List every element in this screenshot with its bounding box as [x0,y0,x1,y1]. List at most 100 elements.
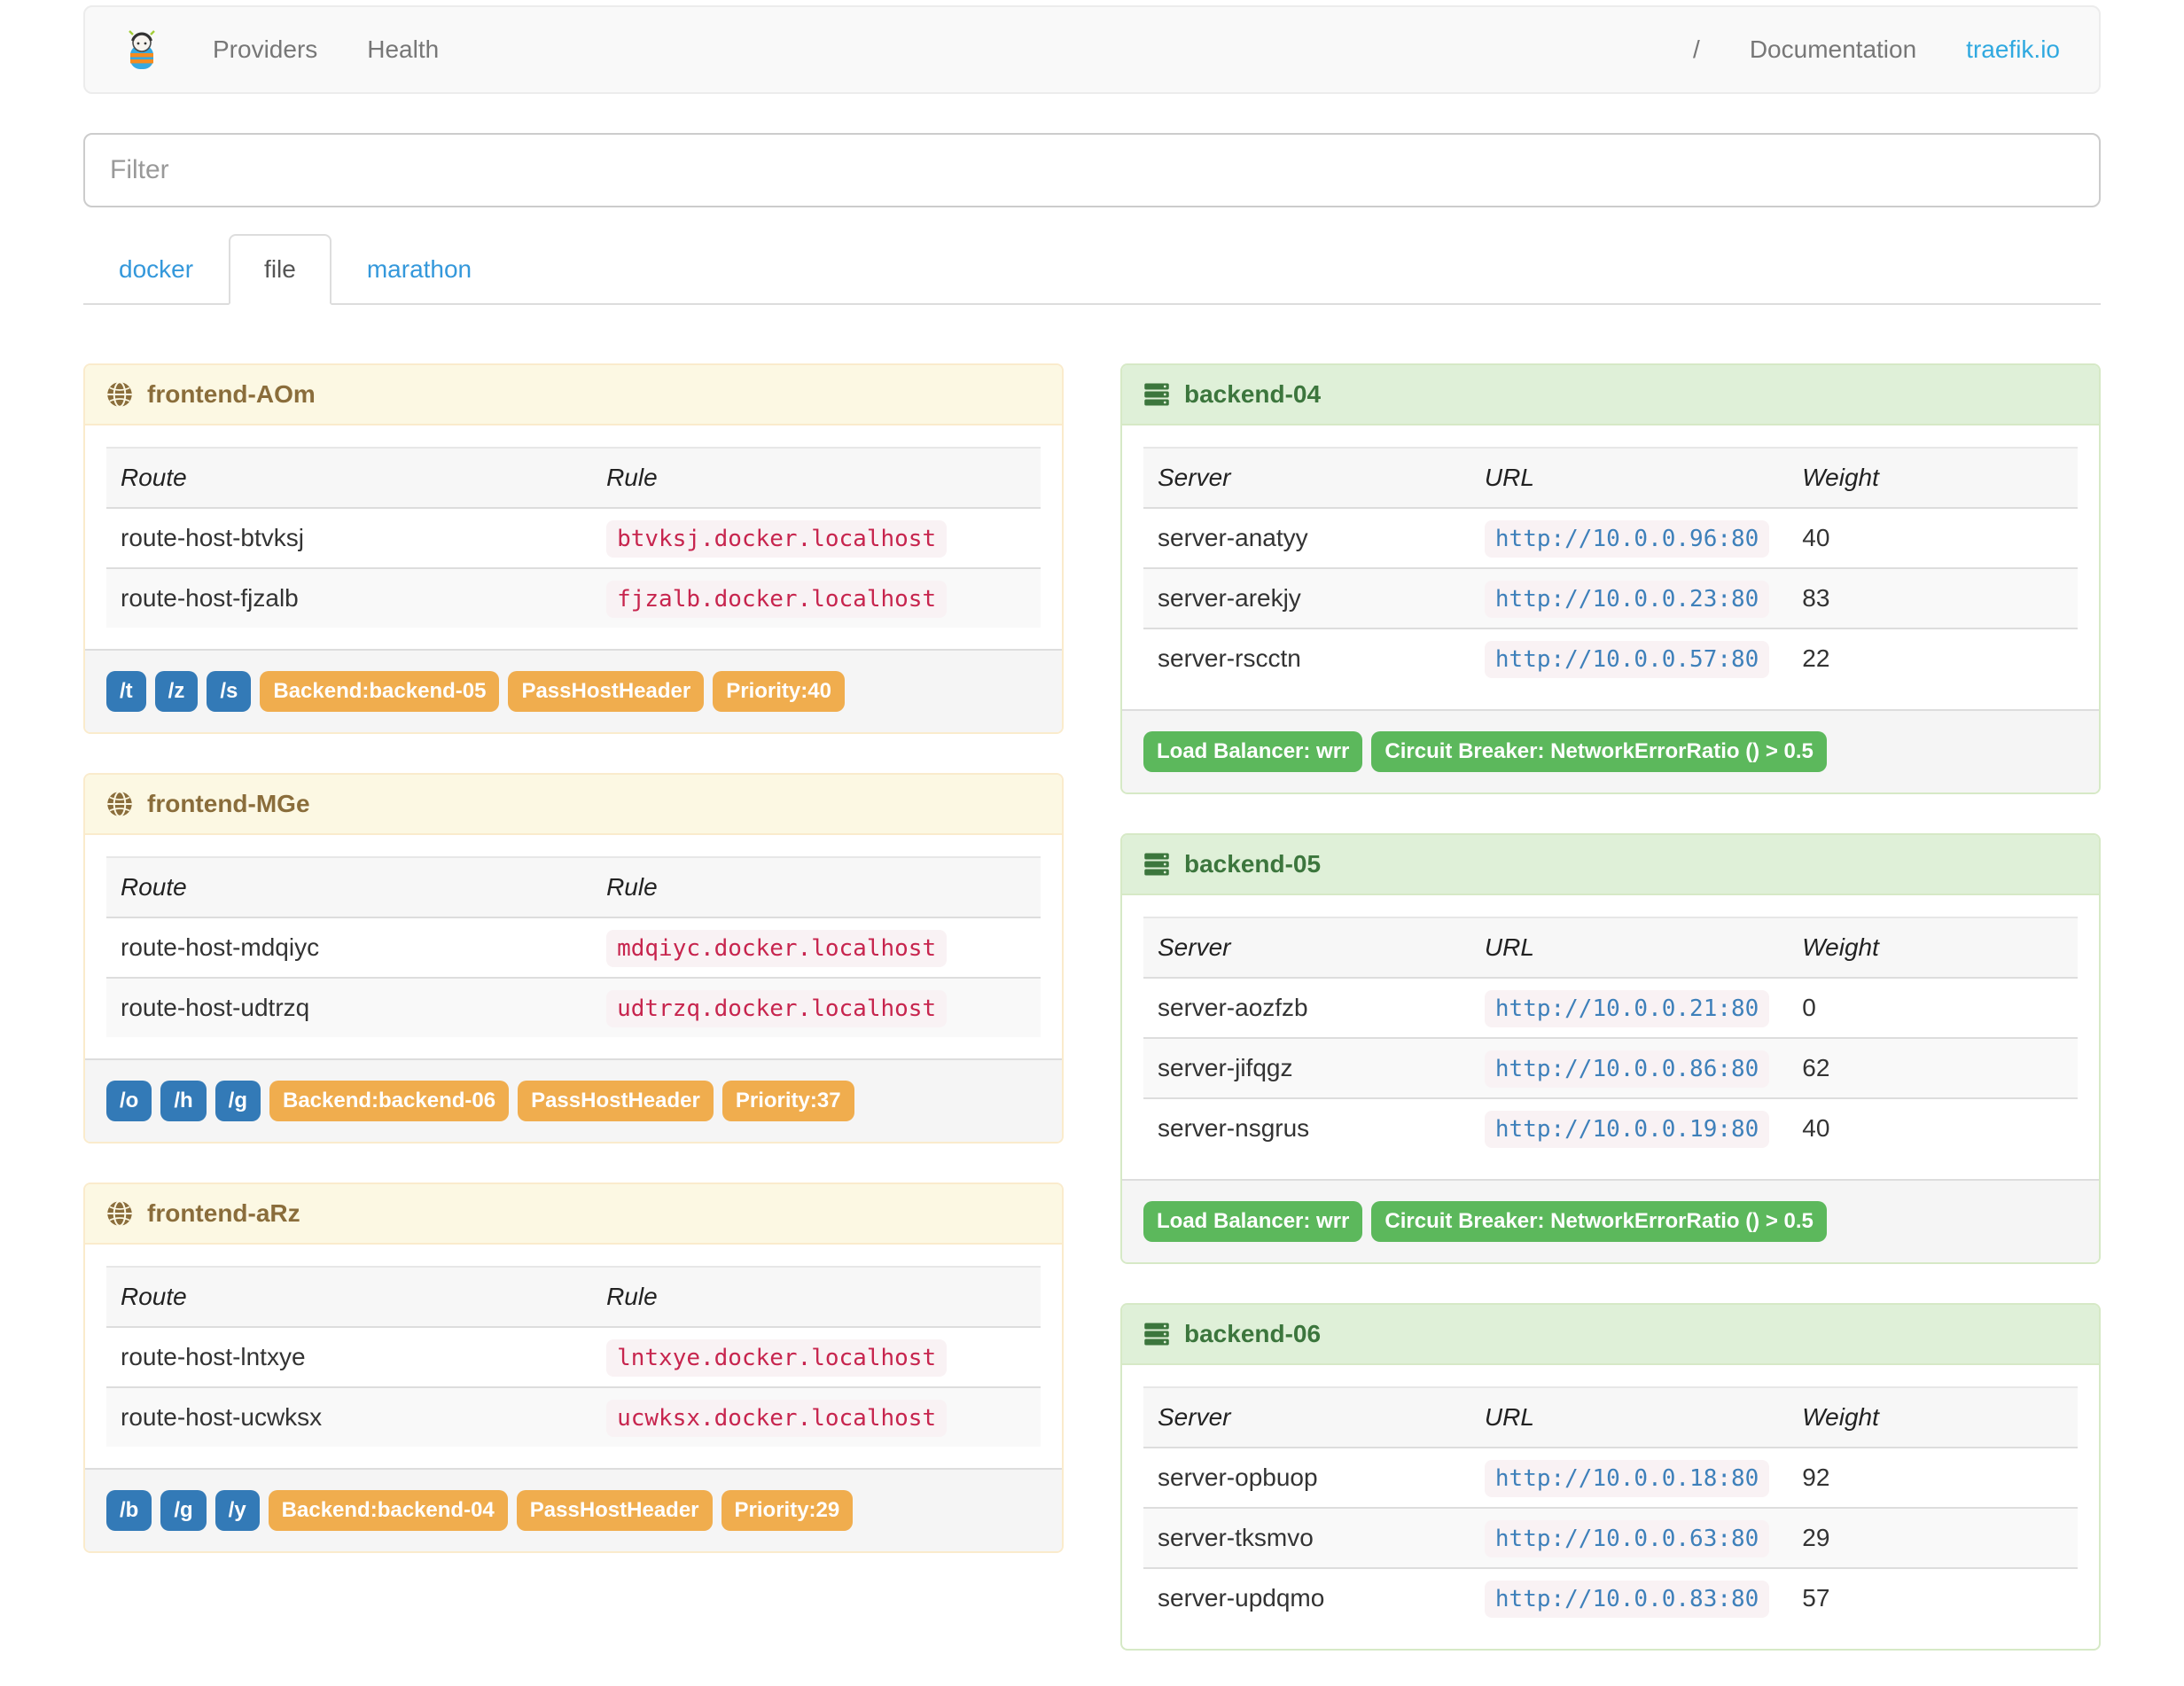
server-url-cell: http://10.0.0.86:80 [1470,1037,1789,1098]
server-url-cell: http://10.0.0.83:80 [1470,1567,1789,1627]
server-name: server-aozfzb [1158,994,1308,1021]
server-stack-icon [1143,851,1170,878]
globe-icon [106,791,133,817]
route-row: route-host-mdqiyc mdqiyc.docker.localhost [106,917,1041,978]
server-row: server-nsgrus http://10.0.0.19:80 40 [1143,1097,2078,1158]
filter-input[interactable] [83,133,2101,207]
backend-panel: backend-06 Server URL Weight server-opbu… [1120,1303,2101,1651]
server-name: server-tksmvo [1143,1507,1470,1568]
tab-file[interactable]: file [229,234,332,305]
rule-code: udtrzq.docker.localhost [606,990,948,1027]
entrypoint-badge: /b [106,1490,152,1531]
frontend-panel: frontend-MGe Route Rule route-host-mdqiy… [83,773,1064,1144]
backend-panel-heading: backend-05 [1122,835,2099,895]
server-url-link[interactable]: http://10.0.0.63:80 [1484,1520,1770,1557]
server-url-link[interactable]: http://10.0.0.19:80 [1484,1111,1770,1148]
server-row: server-updqmo http://10.0.0.83:80 57 [1143,1567,2078,1627]
backend-property-badge: Load Balancer: wrr [1143,731,1363,772]
route-name: route-host-fjzalb [106,567,593,628]
server-url-cell: http://10.0.0.63:80 [1470,1507,1789,1568]
server-url-link[interactable]: http://10.0.0.57:80 [1484,641,1770,678]
frontend-panel-body: Route Rule route-host-btvksj btvksj.docke… [85,425,1062,649]
backend-panel-body: Server URL Weight server-anatyy http://10… [1122,425,2099,709]
backend-panel-heading: backend-06 [1122,1305,2099,1365]
server-url-link[interactable]: http://10.0.0.23:80 [1484,581,1770,618]
route-column-header: Route [106,1266,593,1328]
frontend-panel-body: Route Rule route-host-lntxye lntxye.docke… [85,1245,1062,1468]
routes-table: Route Rule route-host-btvksj btvksj.docke… [106,447,1041,628]
server-url-cell: http://10.0.0.57:80 [1470,628,1789,688]
nav-health[interactable]: Health [367,35,439,64]
frontend-property-badge: Priority:37 [722,1081,854,1121]
frontend-panel-title: frontend-MGe [147,790,310,817]
frontend-property-badge: PassHostHeader [516,1490,713,1531]
frontend-panel-title: frontend-aRz [147,1199,300,1227]
server-column-header: Server [1143,917,1470,979]
server-row: server-aozfzb http://10.0.0.21:80 0 [1143,978,2078,1038]
rule-column-header: Rule [592,1266,1041,1328]
traefik-logo-icon[interactable] [124,29,160,70]
filter-section [83,133,2101,207]
server-url-link[interactable]: http://10.0.0.96:80 [1484,520,1770,558]
server-weight: 40 [1802,524,1830,551]
servers-table: Server URL Weight server-aozfzb http://10… [1143,917,2078,1158]
route-rule-cell: fjzalb.docker.localhost [592,567,1041,628]
backend-property-badge: Circuit Breaker: NetworkErrorRatio () > … [1371,1201,1827,1242]
frontend-property-badge: Backend:backend-06 [269,1081,510,1121]
server-name: server-updqmo [1143,1567,1470,1627]
nav-traefik-io-link[interactable]: traefik.io [1966,35,2060,64]
entrypoint-badge: /t [106,671,146,712]
nav-root-slash[interactable]: / [1693,35,1700,64]
url-column-header: URL [1470,447,1789,509]
rule-code: fjzalb.docker.localhost [606,581,948,618]
routes-table: Route Rule route-host-mdqiyc mdqiyc.docke… [106,856,1041,1037]
nav-documentation[interactable]: Documentation [1750,35,1916,64]
backend-panel-body: Server URL Weight server-aozfzb http://10… [1122,895,2099,1179]
routes-table: Route Rule route-host-lntxye lntxye.docke… [106,1266,1041,1447]
server-url-cell: http://10.0.0.19:80 [1470,1097,1789,1158]
servers-table: Server URL Weight server-opbuop http://10… [1143,1386,2078,1627]
route-rule-cell: mdqiyc.docker.localhost [592,917,1041,978]
route-name: route-host-ucwksx [106,1386,593,1447]
server-url-link[interactable]: http://10.0.0.18:80 [1484,1460,1770,1497]
route-row: route-host-udtrzq udtrzq.docker.localhost [106,977,1041,1037]
backend-panel-heading: backend-04 [1122,365,2099,425]
server-weight: 40 [1788,1097,2078,1158]
server-column-header: Server [1143,447,1470,509]
rule-code: lntxye.docker.localhost [606,1339,948,1377]
frontends-column: frontend-AOm Route Rule route-host-btvks… [83,363,1064,1592]
provider-tabs: docker file marathon [83,234,2101,305]
server-row: server-rscctn http://10.0.0.57:80 22 [1143,628,2078,688]
weight-column-header: Weight [1788,1386,2078,1448]
frontend-panel-footer: /t/z/s Backend:backend-05 PassHostHeader Pr… [85,649,1062,732]
route-rule-cell: ucwksx.docker.localhost [592,1386,1041,1447]
backend-panel-title: backend-06 [1184,1320,1322,1347]
server-url-link[interactable]: http://10.0.0.21:80 [1484,990,1770,1027]
frontend-property-badge: PassHostHeader [518,1081,714,1121]
server-weight: 0 [1802,994,1816,1021]
tab-docker[interactable]: docker [83,234,229,305]
rule-column-header: Rule [592,447,1041,509]
server-row: server-arekjy http://10.0.0.23:80 83 [1143,567,2078,628]
route-row: route-host-btvksj btvksj.docker.localhost [106,508,1041,568]
entrypoint-badge: /g [214,1081,261,1121]
server-weight: 92 [1802,1464,1830,1491]
backend-property-badge: Circuit Breaker: NetworkErrorRatio () > … [1371,731,1827,772]
frontend-panel: frontend-aRz Route Rule route-host-lntxy… [83,1183,1064,1553]
server-name: server-nsgrus [1143,1097,1470,1158]
frontend-property-badge: Priority:29 [721,1490,854,1531]
server-row: server-opbuop http://10.0.0.18:80 92 [1143,1448,2078,1508]
server-row: server-jifqgz http://10.0.0.86:80 62 [1143,1037,2078,1098]
entrypoint-badge: /g [160,1490,207,1531]
server-name: server-opbuop [1158,1464,1318,1491]
frontend-panel-body: Route Rule route-host-mdqiyc mdqiyc.docke… [85,835,1062,1058]
tab-marathon[interactable]: marathon [332,234,507,305]
server-name: server-anatyy [1158,524,1308,551]
server-url-link[interactable]: http://10.0.0.83:80 [1484,1581,1770,1618]
server-stack-icon [1143,381,1170,408]
server-url-link[interactable]: http://10.0.0.86:80 [1484,1050,1770,1088]
backend-panel-footer: Load Balancer: wrr Circuit Breaker: Netwo… [1122,1179,2099,1262]
nav-providers[interactable]: Providers [213,35,317,64]
server-column-header: Server [1143,1386,1470,1448]
entrypoint-badge: /o [106,1081,152,1121]
